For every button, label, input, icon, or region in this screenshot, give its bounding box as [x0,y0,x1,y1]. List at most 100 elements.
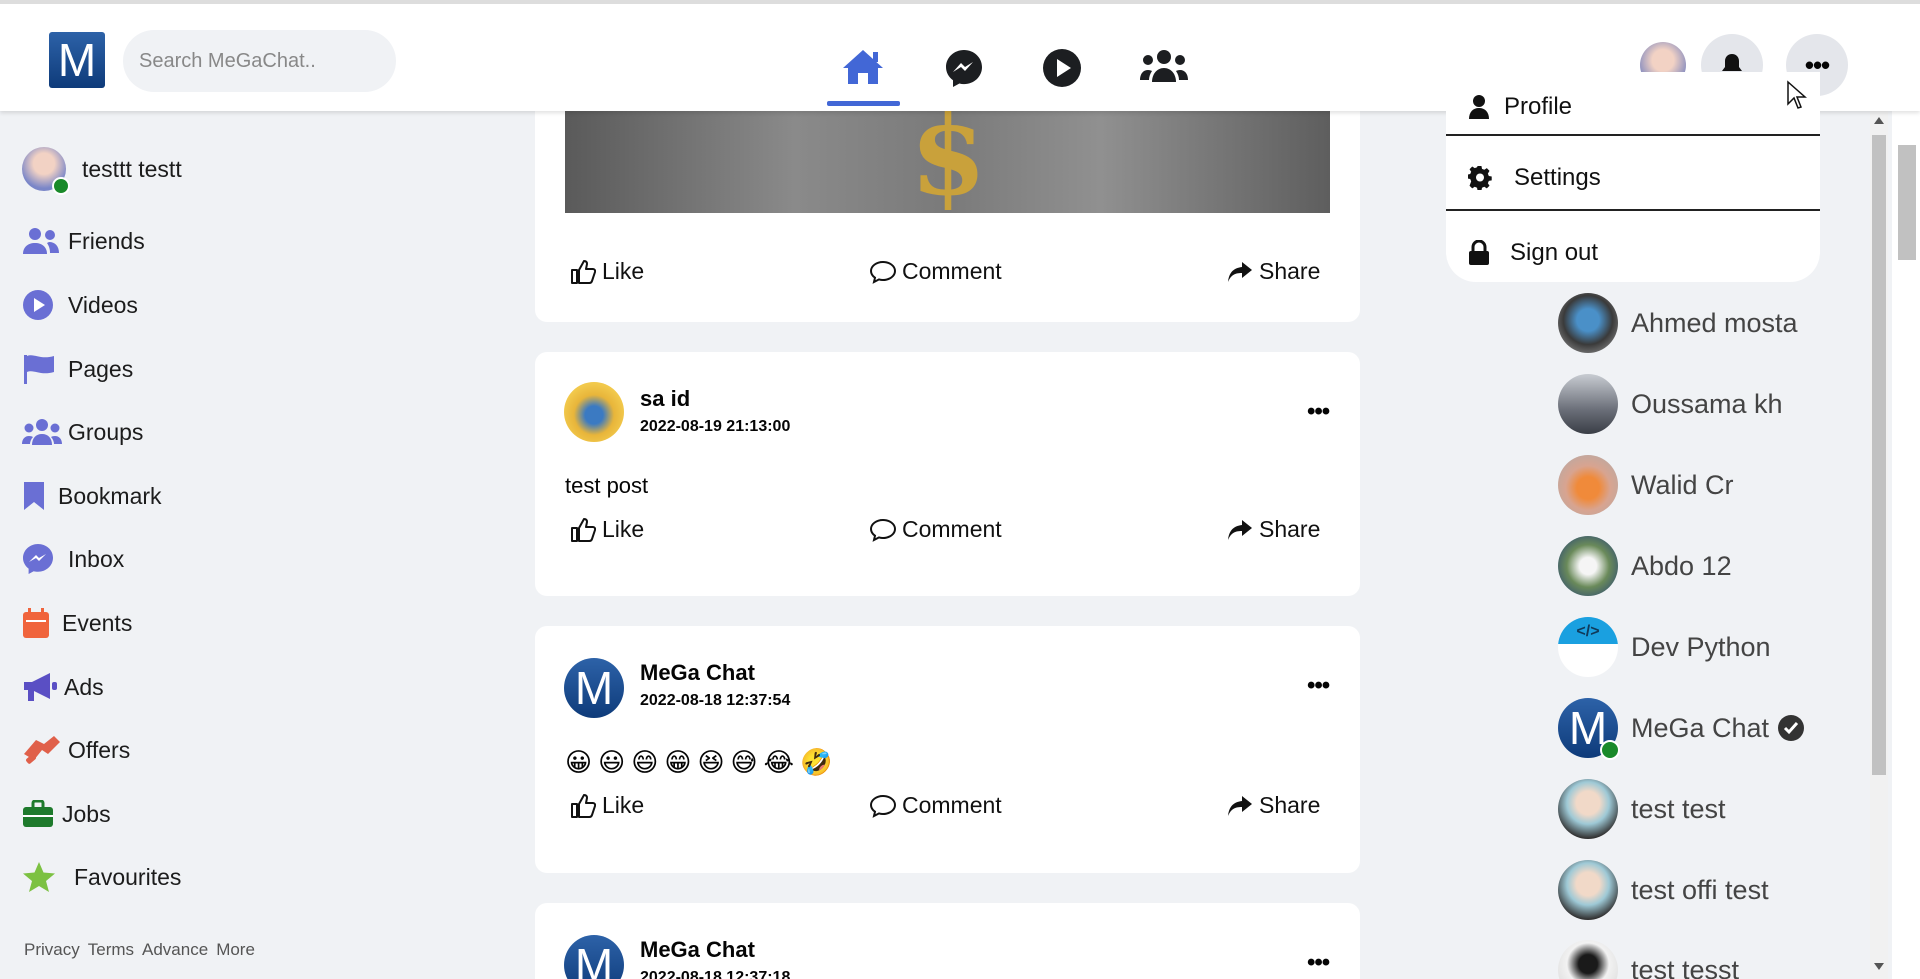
post-card: sa id 2022-08-19 21:13:00 ••• test post … [535,352,1360,596]
share-icon [1228,261,1252,282]
avatar[interactable]: M [564,935,624,979]
menu-item-settings[interactable]: Settings [1446,158,1820,198]
like-label: Like [602,792,645,818]
flag-icon [24,355,54,384]
ellipsis-icon: ••• [1307,672,1330,699]
page-scrollbar[interactable] [1870,111,1888,979]
sidebar-item-friends[interactable]: Friends [22,224,145,258]
user-name: testtt testt [82,155,182,182]
dollar-pendant-image: $ [910,111,987,213]
tab-messenger[interactable] [934,48,994,96]
contact-item[interactable]: </> Dev Python [1558,617,1771,677]
active-tab-indicator [827,101,900,106]
search-input[interactable] [123,30,396,92]
online-indicator [52,177,70,195]
post-options-button[interactable]: ••• [1307,949,1330,977]
comment-button[interactable]: Comment [870,516,1002,543]
menu-item-label: Settings [1514,164,1601,191]
scroll-track-thumb[interactable] [1872,135,1886,775]
contact-item[interactable]: Abdo 12 [1558,536,1732,596]
footer-link-more[interactable]: More [216,940,255,959]
contact-name: test tesst [1631,954,1740,979]
scroll-up-arrow[interactable] [1874,117,1884,124]
contact-name: Oussama kh [1631,388,1783,419]
sidebar-item-label: Offers [68,736,131,763]
tab-home[interactable] [833,48,893,96]
comment-button[interactable]: Comment [870,258,1002,285]
contact-item[interactable]: Oussama kh [1558,374,1783,434]
online-indicator [1600,740,1620,760]
thumbs-up-icon [571,259,596,284]
window-scroll-thumb[interactable] [1898,145,1916,260]
post-options-button[interactable]: ••• [1307,398,1330,426]
contact-item[interactable]: M MeGa Chat [1558,698,1805,760]
post-author[interactable]: MeGa Chat [640,937,755,963]
mouse-cursor [1787,80,1807,109]
menu-item-sign-out[interactable]: Sign out [1446,232,1820,274]
sidebar-item-bookmark[interactable]: Bookmark [22,479,162,513]
share-button[interactable]: Share [1227,792,1320,819]
sidebar-profile[interactable]: testtt testt [22,147,182,195]
post-author[interactable]: MeGa Chat [640,660,755,686]
contact-name: MeGa Chat [1631,712,1770,743]
like-button[interactable]: Like [570,792,644,819]
contact-item[interactable]: test offi test [1558,860,1769,920]
post-date: 2022-08-18 12:37:54 [640,692,791,709]
sidebar-item-label: Jobs [62,800,111,827]
menu-item-profile[interactable]: Profile [1446,82,1820,132]
post-author[interactable]: sa id [640,386,690,412]
post-image[interactable]: $ [565,111,1330,213]
footer-link-privacy[interactable]: Privacy [24,940,80,959]
bookmark-icon [24,482,44,510]
sidebar-item-offers[interactable]: Offers [22,733,130,767]
sidebar-item-pages[interactable]: Pages [22,352,133,386]
sidebar-item-jobs[interactable]: Jobs [22,797,111,831]
star-icon [23,862,55,892]
tab-watch[interactable] [1032,48,1092,96]
sidebar-item-label: Friends [68,227,145,254]
sidebar-item-inbox[interactable]: Inbox [22,542,124,576]
messenger-icon [23,544,53,574]
thumbs-up-icon [571,517,596,542]
avatar[interactable]: M [564,658,624,718]
share-icon [1228,795,1252,816]
post-card: M MeGa Chat 2022-08-18 12:37:54 ••• 😀😃😄😁… [535,626,1360,873]
sidebar-item-groups[interactable]: Groups [22,415,143,449]
sidebar-item-events[interactable]: Events [22,606,132,640]
footer-links: Privacy Terms Advance More [24,940,263,960]
sidebar-item-ads[interactable]: Ads [22,670,104,704]
briefcase-icon [23,800,53,827]
menu-divider [1446,209,1820,211]
like-button[interactable]: Like [570,516,644,543]
footer-link-terms[interactable]: Terms [88,940,134,959]
post-card: M MeGa Chat 2022-08-18 12:37:18 ••• [535,903,1360,979]
app-logo[interactable]: M [49,32,105,88]
contact-item[interactable]: Ahmed mosta [1558,293,1798,353]
post-date: 2022-08-18 12:37:18 [640,969,791,979]
contact-item[interactable]: Walid Cr [1558,455,1734,515]
comment-label: Comment [902,258,1002,284]
share-button[interactable]: Share [1227,516,1320,543]
contact-item[interactable]: test tesst [1558,940,1739,979]
avatar [22,147,70,195]
user-icon [1469,95,1489,119]
scroll-down-arrow[interactable] [1874,963,1884,970]
contact-item[interactable]: test test [1558,779,1726,839]
contact-name: test test [1631,793,1726,824]
avatar[interactable] [564,382,624,442]
contact-name: Walid Cr [1631,469,1734,500]
comment-button[interactable]: Comment [870,792,1002,819]
window-scrollbar[interactable] [1892,111,1920,979]
calendar-icon [23,608,49,638]
post-options-button[interactable]: ••• [1307,672,1330,700]
tab-groups[interactable] [1134,48,1194,96]
footer-link-advance[interactable]: Advance [142,940,208,959]
sidebar-item-favourites[interactable]: Favourites [22,860,181,894]
share-button[interactable]: Share [1227,258,1320,285]
sidebar-item-videos[interactable]: Videos [22,288,138,322]
avatar: </> [1558,617,1618,677]
logo-letter: M [57,34,97,86]
contact-name: Ahmed mosta [1631,307,1798,338]
messenger-icon [946,50,982,87]
like-button[interactable]: Like [570,258,644,285]
